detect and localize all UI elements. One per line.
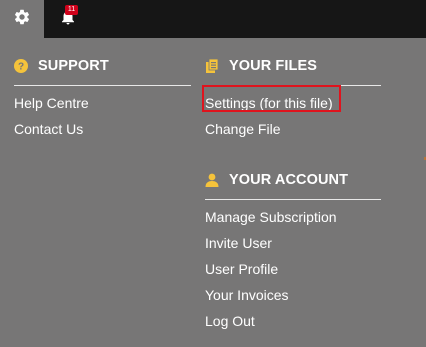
account-links: Manage Subscription Invite User User Pro… (205, 200, 381, 334)
account-section: YOUR ACCOUNT Manage Subscription Invite … (205, 168, 381, 334)
your-invoices-link[interactable]: Your Invoices (205, 282, 381, 308)
top-bar: 11 (0, 0, 426, 38)
notification-count-badge: 11 (65, 5, 78, 15)
help-icon: ? (14, 58, 28, 74)
invite-user-link[interactable]: Invite User (205, 230, 381, 256)
gear-icon (13, 8, 31, 31)
manage-subscription-link[interactable]: Manage Subscription (205, 204, 381, 230)
support-title: SUPPORT (38, 58, 109, 74)
file-settings-link[interactable]: Settings (for this file) (205, 90, 381, 116)
support-header: ? SUPPORT (14, 54, 191, 86)
files-links: Settings (for this file) Change File (205, 86, 381, 142)
files-section: YOUR FILES Settings (for this file) Chan… (205, 54, 381, 142)
files-icon (205, 58, 219, 74)
contact-us-link[interactable]: Contact Us (14, 116, 191, 142)
svg-text:?: ? (18, 62, 24, 73)
account-header: YOUR ACCOUNT (205, 168, 381, 200)
change-file-link[interactable]: Change File (205, 116, 381, 142)
settings-gear-button[interactable] (0, 0, 44, 38)
log-out-link[interactable]: Log Out (205, 308, 381, 334)
support-section: ? SUPPORT Help Centre Contact Us (14, 54, 191, 142)
help-centre-link[interactable]: Help Centre (14, 90, 191, 116)
user-profile-link[interactable]: User Profile (205, 256, 381, 282)
account-title: YOUR ACCOUNT (229, 172, 349, 188)
support-links: Help Centre Contact Us (14, 86, 191, 142)
user-icon (205, 172, 219, 188)
files-header: YOUR FILES (205, 54, 381, 86)
files-title: YOUR FILES (229, 58, 318, 74)
